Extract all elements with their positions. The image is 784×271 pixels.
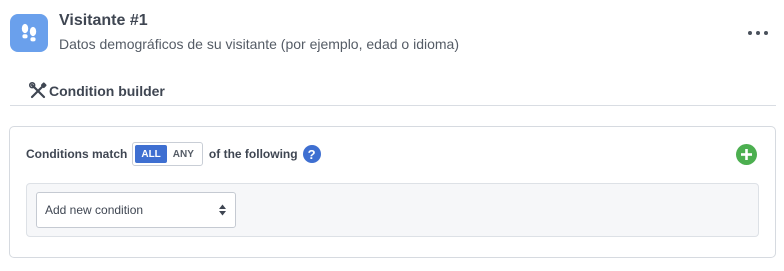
tab-bar: Condition builder [10, 76, 776, 106]
tab-label: Condition builder [49, 83, 165, 99]
conditions-match-label: Conditions match [26, 147, 128, 161]
tools-icon [28, 81, 49, 101]
menu-dot [748, 31, 752, 35]
question-icon[interactable]: ? [302, 145, 321, 163]
add-condition-select[interactable]: Add new condition [36, 192, 236, 228]
condition-builder-panel: Conditions match ALL ANY of the followin… [9, 126, 776, 258]
match-row: Conditions match ALL ANY of the followin… [26, 141, 321, 167]
match-toggle: ALL ANY [132, 142, 203, 166]
match-all-option[interactable]: ALL [135, 145, 167, 163]
add-condition-button[interactable] [736, 144, 757, 165]
segment-title: Visitante #1 [59, 12, 148, 29]
menu-dot [756, 31, 760, 35]
conditions-container: Add new condition [26, 183, 759, 237]
menu-dot [764, 31, 768, 35]
segment-subtitle: Datos demográficos de su visitante (por … [59, 36, 459, 52]
tab-condition-builder[interactable]: Condition builder [28, 80, 165, 102]
match-any-option[interactable]: ANY [166, 145, 200, 163]
of-the-following-label: of the following [208, 147, 298, 161]
plus-icon [741, 149, 752, 160]
more-options-icon[interactable] [748, 27, 768, 39]
select-value: Add new condition [45, 203, 144, 217]
segment-header: Visitante #1 Datos demográficos de su vi… [10, 12, 780, 56]
footprints-icon [10, 14, 48, 52]
sort-arrows-icon [219, 204, 226, 216]
